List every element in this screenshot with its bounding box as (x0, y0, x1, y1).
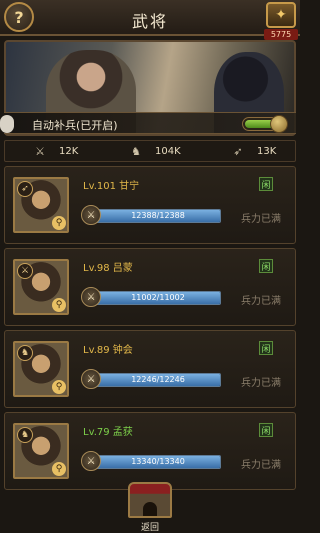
stat-archer: ➶ 13K (231, 144, 276, 158)
stat-cavalry: ♞ 104K (129, 144, 181, 158)
troop-bar: 13340/13340 (95, 455, 221, 469)
magnify-icon[interactable]: ⚲ (52, 298, 66, 312)
bottom-bar: 返回 (0, 480, 300, 533)
bow-icon: ➶ (233, 144, 243, 158)
troop-icon: ⚔ (81, 205, 101, 225)
hero-portrait[interactable]: ➶ ⚲ (13, 177, 69, 233)
troop-bar: 12246/12246 (95, 373, 221, 387)
magnify-icon[interactable]: ⚲ (52, 462, 66, 476)
idle-status-badge: 闲 (259, 341, 273, 355)
top-bar: ? 武将 ✦ 5775 (0, 0, 300, 40)
troops-full-label: 兵力已满 (241, 296, 281, 307)
hero-name: Lv.79 孟获 (83, 427, 133, 438)
resource-count: 5775 (264, 29, 298, 40)
sword-icon: ⚔ (35, 144, 45, 158)
troops-full-label: 兵力已满 (241, 214, 281, 225)
hero-card[interactable]: ♞ ⚲ Lv.79 孟获 闲 13340/13340 ⚔ 兵力已满 (4, 412, 296, 490)
toggle-knob[interactable] (270, 115, 288, 133)
chest-icon: ✦ (266, 2, 296, 28)
troop-count: 11002/11002 (131, 293, 185, 302)
hero-portrait[interactable]: ⚔ ⚲ (13, 259, 69, 315)
troop-icon: ⚔ (81, 369, 101, 389)
magnify-icon[interactable]: ⚲ (52, 380, 66, 394)
city-gate-icon (128, 482, 172, 518)
auto-supply-label: 自动补兵(已开启) (32, 119, 118, 132)
back-button[interactable]: 返回 (128, 482, 172, 533)
hero-card[interactable]: ♞ ⚲ Lv.89 钟会 闲 12246/12246 ⚔ 兵力已满 (4, 330, 296, 408)
hero-name: Lv.101 甘宁 (83, 181, 140, 192)
hero-portrait[interactable]: ♞ ⚲ (13, 423, 69, 479)
stat-value: 104K (155, 145, 181, 157)
horse-class-icon: ♞ (17, 345, 33, 361)
hero-name: Lv.89 钟会 (83, 345, 133, 356)
troop-count: 12388/12388 (131, 211, 185, 220)
troop-stats-row: ⚔ 12K ♞ 104K ➶ 13K (4, 140, 296, 162)
stat-value: 12K (59, 145, 79, 157)
troop-count: 13340/13340 (131, 457, 185, 466)
horse-icon: ♞ (131, 144, 141, 158)
troop-icon: ⚔ (81, 451, 101, 471)
troop-icon: ⚔ (81, 287, 101, 307)
horse-class-icon: ♞ (17, 427, 33, 443)
troop-count: 12246/12246 (131, 375, 185, 384)
side-handle[interactable] (0, 115, 14, 133)
idle-status-badge: 闲 (259, 177, 273, 191)
auto-supply-bar: 自动补兵(已开启) (0, 112, 296, 134)
hero-name: Lv.98 吕蒙 (83, 263, 133, 274)
hero-card[interactable]: ➶ ⚲ Lv.101 甘宁 闲 12388/12388 ⚔ 兵力已满 (4, 166, 296, 244)
resource-widget[interactable]: ✦ 5775 (264, 2, 298, 42)
magnify-icon[interactable]: ⚲ (52, 216, 66, 230)
back-label: 返回 (140, 523, 159, 533)
archer-class-icon: ➶ (17, 181, 33, 197)
troops-full-label: 兵力已满 (241, 460, 281, 471)
page-title: 武将 (131, 12, 168, 31)
idle-status-badge: 闲 (259, 259, 273, 273)
auto-supply-toggle[interactable] (242, 115, 288, 133)
troop-bar: 11002/11002 (95, 291, 221, 305)
hero-portrait[interactable]: ♞ ⚲ (13, 341, 69, 397)
stat-infantry: ⚔ 12K (33, 144, 78, 158)
idle-status-badge: 闲 (259, 423, 273, 437)
stat-value: 13K (257, 145, 277, 157)
troops-full-label: 兵力已满 (241, 378, 281, 389)
hero-card[interactable]: ⚔ ⚲ Lv.98 吕蒙 闲 11002/11002 ⚔ 兵力已满 (4, 248, 296, 326)
sword-class-icon: ⚔ (17, 263, 33, 279)
gate-door (143, 502, 157, 516)
troop-bar: 12388/12388 (95, 209, 221, 223)
